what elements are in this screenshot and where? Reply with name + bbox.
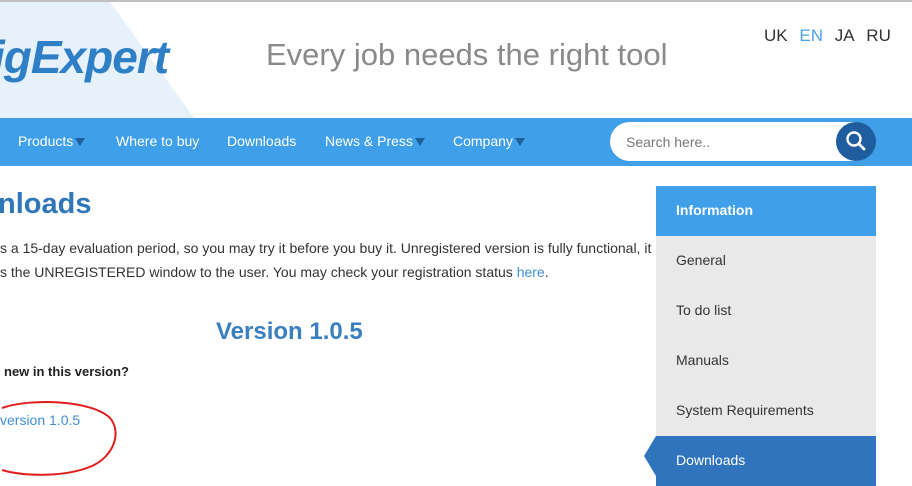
- nav-news-press[interactable]: News & Press: [325, 118, 425, 166]
- language-switcher: UK EN JA RU: [764, 26, 898, 46]
- intro-line-2-end: .: [544, 264, 549, 280]
- sidebar-item-todo[interactable]: To do list: [656, 286, 876, 336]
- red-annotation-circle: [1, 401, 117, 476]
- chevron-down-icon: [514, 138, 525, 147]
- version-heading: Version 1.0.5: [216, 318, 363, 345]
- nav-company-label: Company: [453, 133, 513, 149]
- sidebar-item-general[interactable]: General: [656, 236, 876, 286]
- active-item-arrow: [644, 436, 656, 476]
- nav-where-to-buy-label: Where to buy: [116, 133, 200, 149]
- whats-new-heading: new in this version?: [4, 364, 129, 379]
- nav-downloads[interactable]: Downloads: [227, 118, 296, 166]
- nav-products[interactable]: Products: [18, 118, 86, 166]
- tagline: Every job needs the right tool: [266, 37, 668, 72]
- intro-line-1: s a 15-day evaluation period, so you may…: [0, 240, 652, 256]
- search-input[interactable]: [624, 130, 828, 154]
- registration-status-link[interactable]: here: [517, 264, 545, 280]
- chevron-down-icon: [414, 138, 425, 147]
- nav-where-to-buy[interactable]: Where to buy: [116, 118, 199, 166]
- intro-line-2-text: s the UNREGISTERED window to the user. Y…: [0, 264, 517, 280]
- sidebar-item-system-requirements[interactable]: System Requirements: [656, 386, 876, 436]
- search-icon: [846, 131, 866, 151]
- sidebar-header: Information: [656, 186, 876, 236]
- nav-company[interactable]: Company: [453, 118, 525, 166]
- nav-news-press-label: News & Press: [325, 133, 413, 149]
- lang-ru[interactable]: RU: [866, 26, 891, 45]
- intro-text: s a 15-day evaluation period, so you may…: [0, 236, 652, 284]
- page-title: nloads: [0, 188, 92, 220]
- nav-downloads-label: Downloads: [227, 133, 297, 149]
- lang-ja[interactable]: JA: [835, 26, 855, 45]
- chevron-down-icon: [75, 138, 86, 147]
- nav-products-label: Products: [18, 133, 74, 149]
- lang-en[interactable]: EN: [799, 26, 823, 45]
- sidebar: Information General To do list Manuals S…: [656, 186, 876, 486]
- search-button[interactable]: [836, 122, 876, 161]
- logo[interactable]: igExpert: [0, 30, 169, 84]
- sidebar-item-manuals[interactable]: Manuals: [656, 336, 876, 386]
- intro-line-2: s the UNREGISTERED window to the user. Y…: [0, 260, 640, 284]
- lang-uk[interactable]: UK: [764, 26, 788, 45]
